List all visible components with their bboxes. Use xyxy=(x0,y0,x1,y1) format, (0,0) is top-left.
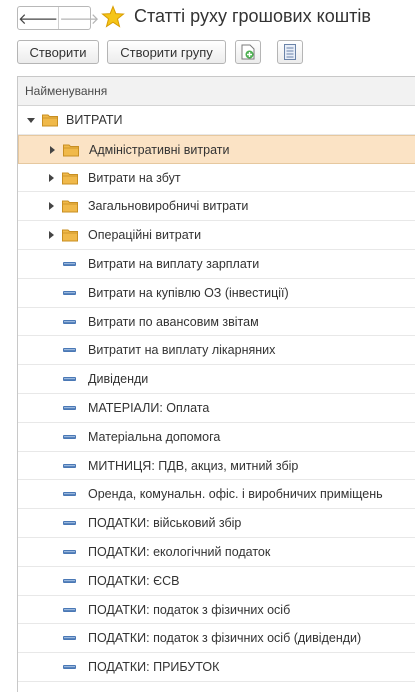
tree-item-row[interactable]: Витратит на виплату лікарняних xyxy=(18,336,415,366)
column-header-name[interactable]: Найменування xyxy=(18,77,415,106)
row-label: Витрати на збут xyxy=(88,170,181,185)
expand-down-icon[interactable] xyxy=(26,114,36,126)
tree-item-row[interactable]: МАТЕРІАЛИ: Оплата xyxy=(18,394,415,423)
create-button[interactable]: Створити xyxy=(17,40,99,64)
item-icon xyxy=(63,405,76,410)
tree-root-row[interactable]: ВИТРАТИ xyxy=(18,106,415,135)
expand-right-icon[interactable] xyxy=(46,200,56,212)
tree-item-row[interactable]: Витрати на виплату зарплати xyxy=(18,250,415,279)
items-table: Найменування ВИТРАТИ Адміністративні витр… xyxy=(17,76,415,692)
item-icon xyxy=(63,665,76,670)
item-icon xyxy=(63,261,76,266)
tree-group-row[interactable]: Операційні витрати xyxy=(18,221,415,250)
folder-icon xyxy=(62,172,78,185)
row-label: ПОДАТКИ: військовий збір xyxy=(88,516,242,531)
row-label: ПОДАТКИ: ПРИБУТОК xyxy=(88,660,220,675)
star-icon[interactable] xyxy=(101,5,125,29)
tree-item-row[interactable]: ПОДАТКИ: податок з фізичних осіб xyxy=(18,596,415,625)
tree-item-row[interactable]: ПОДАТКИ: екологічний податок xyxy=(18,538,415,567)
row-label: МАТЕРІАЛИ: Оплата xyxy=(88,400,210,415)
folder-icon xyxy=(42,114,58,127)
item-icon xyxy=(63,521,76,526)
row-label: ПОДАТКИ: податок з фізичних осіб (дивіде… xyxy=(88,631,362,646)
folder-icon xyxy=(63,144,79,157)
tree-item-row[interactable]: Матеріальна допомога xyxy=(18,423,415,452)
add-copy-icon xyxy=(241,44,255,60)
tree-item-row[interactable]: ПОДАТКИ: податок з фізичних осіб (дивіде… xyxy=(18,624,415,654)
row-label: Загальновиробничі витрати xyxy=(88,199,249,214)
item-icon xyxy=(63,377,76,382)
folder-icon xyxy=(62,200,78,213)
item-icon xyxy=(63,636,76,641)
item-icon xyxy=(63,319,76,324)
tree-group-row[interactable]: Загальновиробничі витрати xyxy=(18,192,415,222)
item-icon xyxy=(63,492,76,497)
row-label: Витрати по авансовим звітам xyxy=(88,314,259,329)
tree-group-row[interactable]: Витрати на збут xyxy=(18,164,415,193)
row-label: Витрати на купівлю ОЗ (інвестиції) xyxy=(88,285,289,300)
item-icon xyxy=(63,549,76,554)
item-icon xyxy=(63,434,76,439)
tree-item-row[interactable]: Оренда, комунальн. офіс. і виробничих пр… xyxy=(18,480,415,510)
row-label: Витрати на виплату зарплати xyxy=(88,256,260,271)
expand-right-icon[interactable] xyxy=(47,144,57,156)
row-label: Адміністративні витрати xyxy=(89,142,230,157)
row-label: МИТНИЦЯ: ПДВ, акциз, митний збір xyxy=(88,458,299,473)
row-label: ПОДАТКИ: податок з фізичних осіб xyxy=(88,602,291,617)
item-icon xyxy=(63,578,76,583)
row-label: Дивіденди xyxy=(88,372,149,387)
add-copy-button[interactable] xyxy=(235,40,261,64)
item-icon xyxy=(63,290,76,295)
create-group-button[interactable]: Створити групу xyxy=(107,40,226,64)
arrow-left-icon: 🡐 xyxy=(18,10,59,28)
tree-group-row[interactable]: Адміністративні витрати xyxy=(18,134,415,164)
back-button[interactable]: 🡐 xyxy=(18,7,60,29)
row-label: ПОДАТКИ: екологічний податок xyxy=(88,544,271,559)
row-label: ПОДАТКИ: ЄСВ xyxy=(88,573,180,588)
title-bar: 🡐 🡒 Статті руху грошових коштів xyxy=(0,0,415,36)
tree-item-row[interactable]: Витрати по авансовим звітам xyxy=(18,308,415,337)
folder-icon xyxy=(62,229,78,242)
expand-right-icon[interactable] xyxy=(46,229,56,241)
arrow-right-icon: 🡒 xyxy=(59,10,100,28)
item-icon xyxy=(63,463,76,468)
tree-item-row[interactable]: МИТНИЦЯ: ПДВ, акциз, митний збір xyxy=(18,452,415,481)
tree-item-row[interactable]: Дивіденди xyxy=(18,365,415,394)
item-icon xyxy=(63,607,76,612)
row-label: Оренда, комунальн. офіс. і виробничих пр… xyxy=(88,487,383,502)
page-title: Статті руху грошових коштів xyxy=(134,6,371,26)
row-label: Матеріальна допомога xyxy=(88,429,221,444)
row-label: Операційні витрати xyxy=(88,228,202,243)
expand-right-icon[interactable] xyxy=(46,172,56,184)
tree-item-row[interactable]: ПОДАТКИ: військовий збір xyxy=(18,509,415,538)
table-body: ВИТРАТИ Адміністративні витрати Витрати на… xyxy=(18,106,415,682)
tree-item-row[interactable]: ПОДАТКИ: ПРИБУТОК xyxy=(18,653,415,682)
list-settings-button[interactable] xyxy=(277,40,303,64)
list-settings-icon xyxy=(284,44,296,60)
navigation-buttons: 🡐 🡒 xyxy=(17,6,99,30)
tree-item-row[interactable]: ПОДАТКИ: ЄСВ xyxy=(18,567,415,596)
row-label: Витратит на виплату лікарняних xyxy=(88,343,276,358)
tree-item-row[interactable]: Витрати на купівлю ОЗ (інвестиції) xyxy=(18,279,415,308)
item-icon xyxy=(63,348,76,353)
forward-button[interactable]: 🡒 xyxy=(59,7,99,29)
row-label: ВИТРАТИ xyxy=(66,113,123,127)
